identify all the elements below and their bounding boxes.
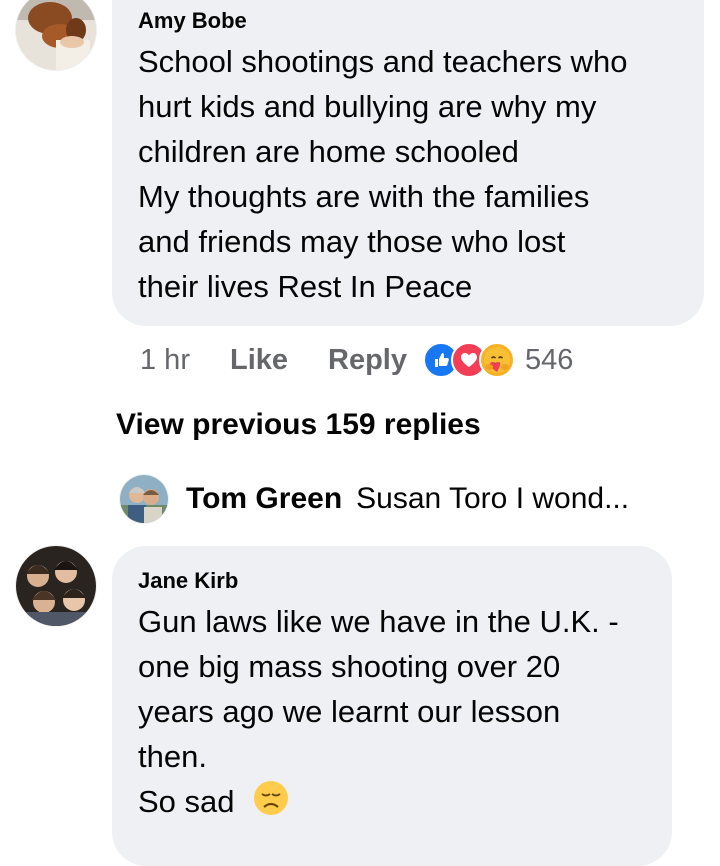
reactions-summary[interactable]	[423, 342, 515, 378]
comment-text: Gun laws like we have in the U.K. - one …	[138, 599, 672, 828]
comment-text-line: then.	[138, 739, 207, 774]
reply-snippet: Susan Toro I wond...	[356, 482, 630, 515]
reaction-count[interactable]: 546	[525, 344, 573, 377]
avatar[interactable]	[120, 475, 168, 523]
disappointed-face-icon	[253, 780, 289, 828]
comment-author[interactable]: Jane Kirb	[138, 568, 672, 594]
dog-photo-avatar-image	[16, 0, 96, 70]
like-button[interactable]: Like	[230, 344, 288, 377]
comment-text-line: children are home schooled	[138, 134, 519, 169]
comment-actions: 1 hr Like Reply 546	[140, 340, 573, 380]
comment-text-line: School shootings and teachers who	[138, 44, 628, 79]
comment-text-line: and friends may those who lost	[138, 224, 566, 259]
reply-button[interactable]: Reply	[328, 344, 407, 377]
comment-bubble: Jane Kirb Gun laws like we have in the U…	[112, 546, 672, 866]
comment-text-line: one big mass shooting over 20	[138, 649, 561, 684]
comment-bubble: Amy Bobe School shootings and teachers w…	[112, 0, 704, 326]
avatar[interactable]	[16, 546, 96, 626]
avatar[interactable]	[16, 0, 96, 70]
comment-author[interactable]: Amy Bobe	[138, 8, 704, 34]
comment-text: School shootings and teachers who hurt k…	[138, 39, 704, 309]
comment-text-segment: So sad	[138, 784, 235, 819]
reply-author[interactable]: Tom Green	[186, 482, 342, 516]
comment-text-line: My thoughts are with the families	[138, 179, 590, 214]
group-photo-avatar-image	[16, 546, 96, 626]
comment-text-line: years ago we learnt our lesson	[138, 694, 561, 729]
comment-text-line: So sad	[138, 779, 672, 828]
care-reaction-icon	[479, 342, 515, 378]
comment-text-line: Gun laws like we have in the U.K. -	[138, 604, 619, 639]
comment-timestamp[interactable]: 1 hr	[140, 344, 190, 377]
reply-preview[interactable]: Tom Green Susan Toro I wond...	[120, 473, 629, 525]
view-previous-replies-link[interactable]: View previous 159 replies	[116, 408, 481, 442]
comment-text-line: their lives Rest In Peace	[138, 269, 473, 304]
comment-text-line: hurt kids and bullying are why my	[138, 89, 597, 124]
couple-photo-avatar-image	[120, 475, 168, 523]
